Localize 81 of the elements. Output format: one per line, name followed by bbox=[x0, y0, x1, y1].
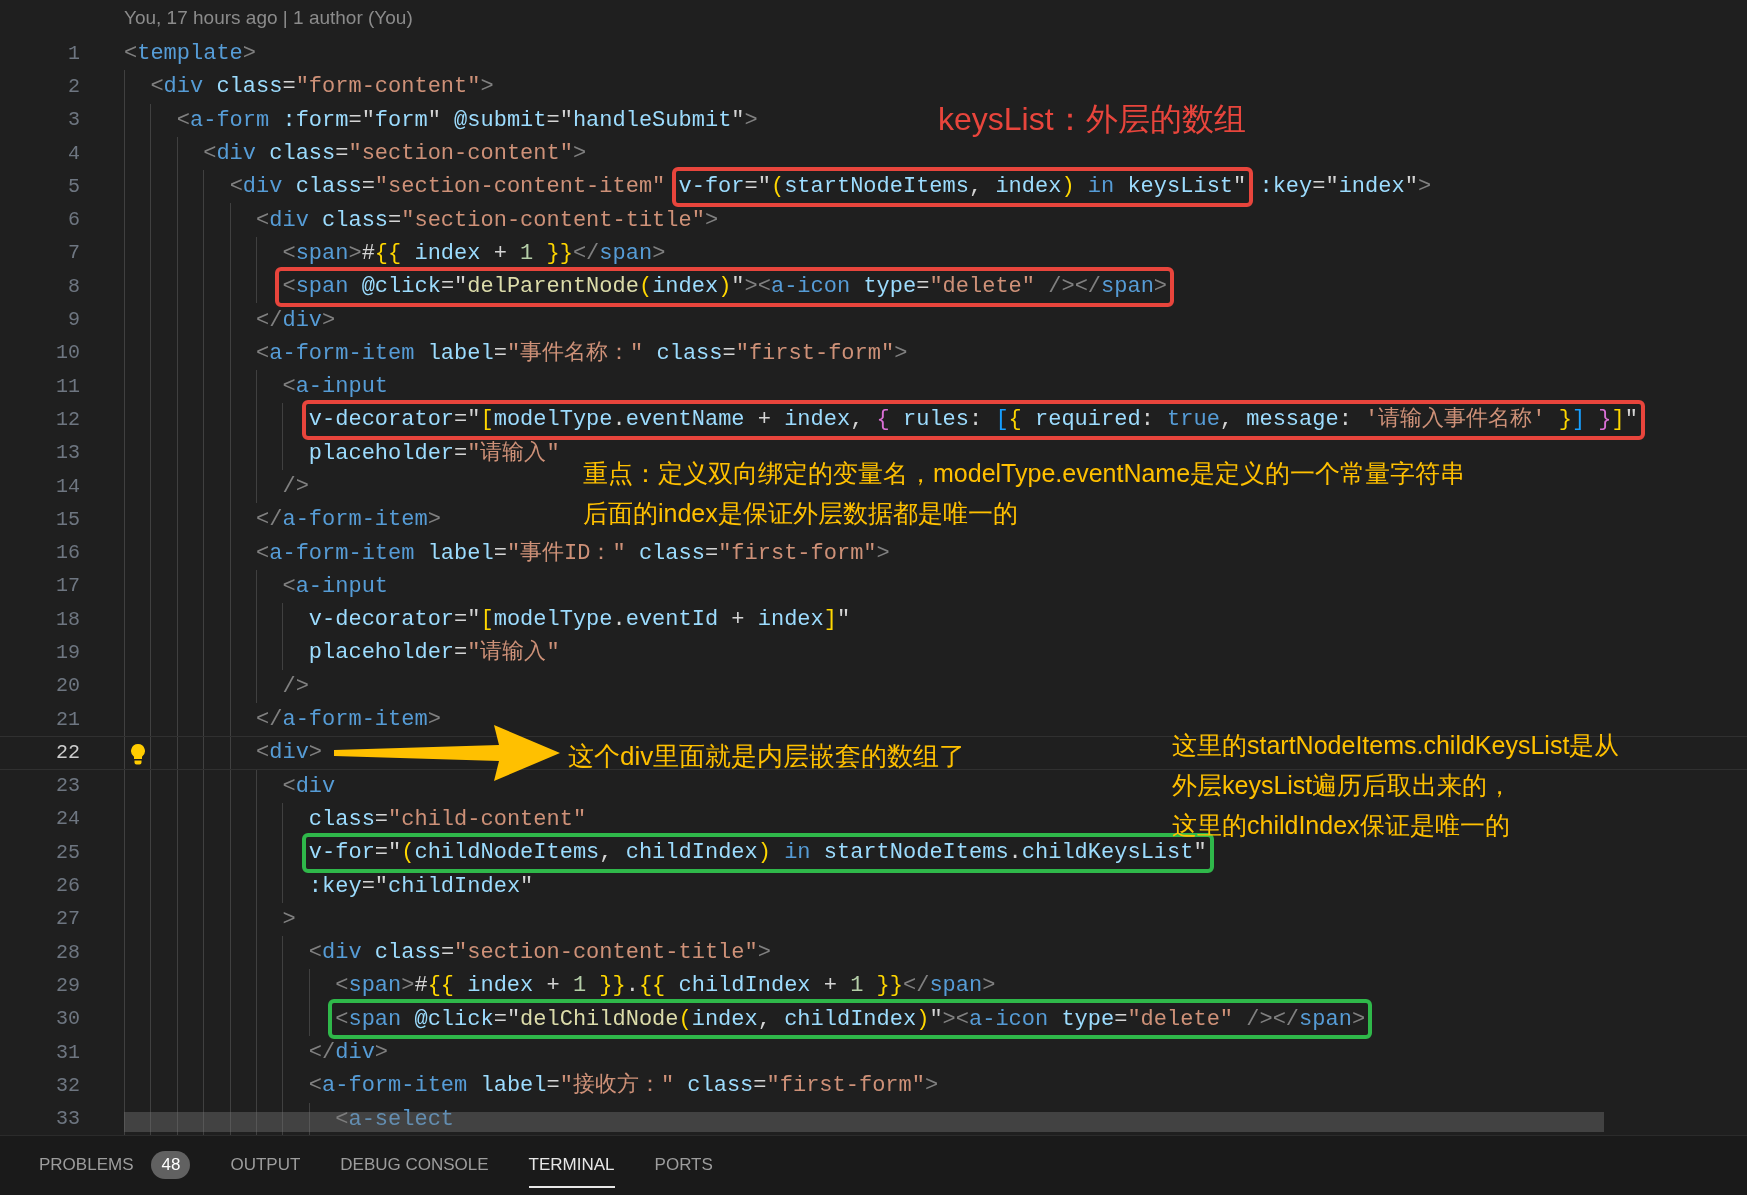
line-number: 29 bbox=[55, 972, 80, 999]
lightbulb-icon[interactable] bbox=[128, 743, 148, 766]
line-number: 25 bbox=[55, 839, 80, 866]
code-line: <a-form-item label="事件名称：" class="first-form"> bbox=[256, 339, 908, 368]
line-number: 12 bbox=[55, 406, 80, 433]
line-number: 23 bbox=[55, 773, 80, 800]
line-number: 7 bbox=[67, 240, 80, 267]
line-number: 13 bbox=[55, 440, 80, 467]
line-number: 4 bbox=[67, 140, 80, 167]
line-number: 11 bbox=[55, 373, 80, 400]
code-line: :key="childIndex" bbox=[308, 872, 534, 901]
code-line: <a-form-item label="接收方：" class="first-form"> bbox=[308, 1071, 939, 1101]
code-line: /> bbox=[282, 473, 309, 501]
code-line: <a-input bbox=[282, 572, 389, 601]
line-number: 19 bbox=[55, 640, 80, 666]
line-number: 20 bbox=[55, 673, 80, 700]
line-number: 22 bbox=[55, 739, 80, 766]
panel-tab[interactable]: TERMINAL bbox=[528, 1143, 615, 1188]
annotation-text: 后面的index是保证外层数据都是唯一的 bbox=[583, 498, 1018, 529]
code-line: class="child-content" bbox=[308, 805, 587, 834]
highlighted-code: <span @click="delParentNode(index)"><a-icon type="delete" /></span> bbox=[275, 266, 1175, 307]
highlighted-code: v-for="(startNodeItems, index) in keysList" bbox=[671, 166, 1254, 207]
line-number: 6 bbox=[67, 207, 80, 234]
panel-tab[interactable]: PORTS bbox=[654, 1143, 713, 1188]
line-number: 5 bbox=[67, 173, 80, 200]
line-number: 31 bbox=[55, 1039, 80, 1066]
line-number: 28 bbox=[55, 939, 80, 966]
annotation-text: keysList：外层的数组 bbox=[938, 100, 1246, 139]
highlighted-code: <span @click="delChildNode(index, childIndex)"><a-icon type="delete" /></span> bbox=[328, 999, 1373, 1040]
code-line: <div class="section-content"> bbox=[203, 140, 587, 169]
line-number: 16 bbox=[55, 540, 80, 567]
line-number: 21 bbox=[55, 706, 80, 733]
line-number: 9 bbox=[67, 307, 80, 333]
line-number: 2 bbox=[67, 73, 80, 100]
highlighted-code: v-decorator="[modelType.eventName + index, { rules: [{ required: true, message: '请输入事件名称' }] }]" bbox=[301, 399, 1645, 440]
line-number: 3 bbox=[67, 107, 80, 134]
code-line: <span>#{{ index + 1 }}</span> bbox=[282, 239, 666, 268]
line-number: 27 bbox=[55, 906, 80, 933]
panel-tab[interactable]: PROBLEMS 48 bbox=[39, 1143, 191, 1188]
line-number: 10 bbox=[55, 340, 80, 367]
code-line: <a-input bbox=[282, 373, 389, 402]
code-line: <a-form-item label="事件ID：" class="first-form"> bbox=[256, 539, 890, 568]
code-line: placeholder="请输入" bbox=[308, 439, 560, 468]
code-line: </div> bbox=[308, 1039, 389, 1068]
annotation-text: 这里的startNodeItems.childKeysList是从 bbox=[1172, 730, 1620, 761]
annotation-text: 重点：定义双向绑定的变量名，modelType.eventName是定义的一个常量字符串 bbox=[583, 458, 1466, 489]
annotation-text: 这个div里面就是内层嵌套的数组了 bbox=[568, 740, 966, 773]
panel-tab[interactable]: OUTPUT bbox=[230, 1143, 301, 1188]
line-number: 14 bbox=[55, 473, 80, 500]
line-number: 32 bbox=[55, 1072, 80, 1099]
annotation-text: 外层keysList遍历后取出来的， bbox=[1172, 770, 1513, 801]
code-line: <div bbox=[282, 772, 336, 801]
code-line: <div class="section-content-title"> bbox=[256, 206, 719, 235]
line-number: 1 bbox=[67, 40, 80, 67]
code-line: <template> bbox=[124, 40, 257, 69]
code-text: :key="index"> bbox=[1259, 173, 1432, 202]
line-number: 8 bbox=[67, 273, 80, 300]
code-line: <div> bbox=[256, 739, 323, 768]
code-line: v-decorator="[modelType.eventId + index]" bbox=[308, 606, 851, 635]
code-line: placeholder="请输入" bbox=[308, 639, 560, 668]
blame-annotation: You, 17 hours ago | 1 author (You) bbox=[124, 6, 413, 31]
code-line: > bbox=[282, 905, 296, 934]
code-line: /> bbox=[282, 672, 309, 701]
code-line: <span>#{{ index + 1 }}.{{ childIndex + 1 }}</span> bbox=[335, 972, 996, 1001]
code-text: <div class="section-content-item" bbox=[229, 173, 667, 202]
code-line: <a-form :form="form" @submit="handleSubmit"> bbox=[176, 106, 758, 135]
code-line: </a-form-item> bbox=[256, 506, 441, 535]
line-number: 26 bbox=[55, 873, 80, 900]
line-number: 33 bbox=[55, 1106, 80, 1133]
code-line: </a-form-item> bbox=[256, 706, 441, 735]
line-number: 15 bbox=[55, 506, 80, 533]
panel-tab[interactable]: DEBUG CONSOLE bbox=[340, 1143, 489, 1188]
code-line: <div class="section-content-title"> bbox=[308, 939, 771, 968]
line-number: 18 bbox=[55, 606, 80, 633]
code-line: <div class="form-content"> bbox=[150, 73, 494, 102]
code-line: </div> bbox=[256, 306, 336, 335]
code-line: <a-select bbox=[335, 1105, 455, 1134]
line-number: 17 bbox=[55, 573, 80, 600]
line-number: 30 bbox=[55, 1006, 80, 1033]
line-number: 24 bbox=[55, 806, 80, 833]
count-badge: 48 bbox=[151, 1150, 191, 1179]
